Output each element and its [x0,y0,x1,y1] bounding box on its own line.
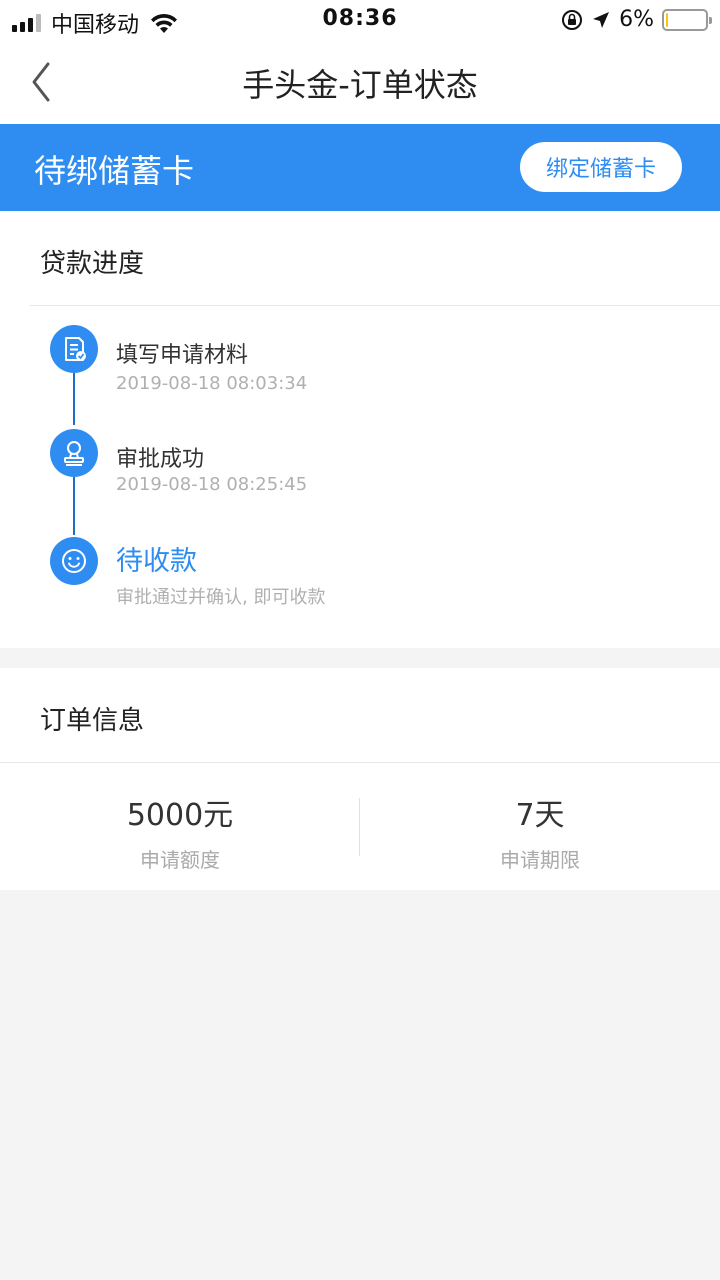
timeline-connector [73,477,75,535]
step-title: 填写申请材料 [116,343,249,368]
status-banner: 待绑储蓄卡 绑定储蓄卡 [0,124,720,211]
battery-percent: 6% [619,7,654,32]
timeline-connector [73,373,75,425]
order-info-card: 订单信息 5000元 申请额度 7天 申请期限 [0,668,720,890]
amount-value: 5000元 [126,798,234,833]
progress-section-title: 贷款进度 [40,249,145,279]
stamp-icon [50,429,98,477]
term-value: 7天 [515,798,565,833]
location-arrow-icon [593,11,610,28]
rotation-lock-icon [562,9,583,30]
page-title: 手头金-订单状态 [242,66,478,104]
step-title-current: 待收款 [116,546,197,577]
amount-stat: 5000元 申请额度 [0,790,360,873]
order-section-title: 订单信息 [40,706,145,736]
step-description: 审批通过并确认, 即可收款 [116,587,326,608]
banner-title: 待绑储蓄卡 [34,152,195,190]
divider [30,305,720,306]
status-bar: 中国移动 08:36 6% [0,0,720,40]
document-check-icon [50,325,98,373]
status-bar-right: 6% [561,7,712,32]
battery-fill [666,12,669,27]
amount-label: 申请额度 [140,848,220,872]
battery-icon [662,8,712,31]
step-timestamp: 2019-08-18 08:03:34 [116,373,308,394]
loan-progress-card: 贷款进度 填写申请材料 2019-08-18 08:03:34 审批成功 201… [0,211,720,648]
step-title: 审批成功 [116,447,205,472]
divider [0,762,720,763]
bind-debit-card-button[interactable]: 绑定储蓄卡 [520,142,682,192]
nav-bar: 手头金-订单状态 [0,40,720,124]
smile-icon [50,537,98,585]
term-stat: 7天 申请期限 [360,790,720,873]
step-timestamp: 2019-08-18 08:25:45 [116,474,308,495]
term-label: 申请期限 [500,848,580,872]
